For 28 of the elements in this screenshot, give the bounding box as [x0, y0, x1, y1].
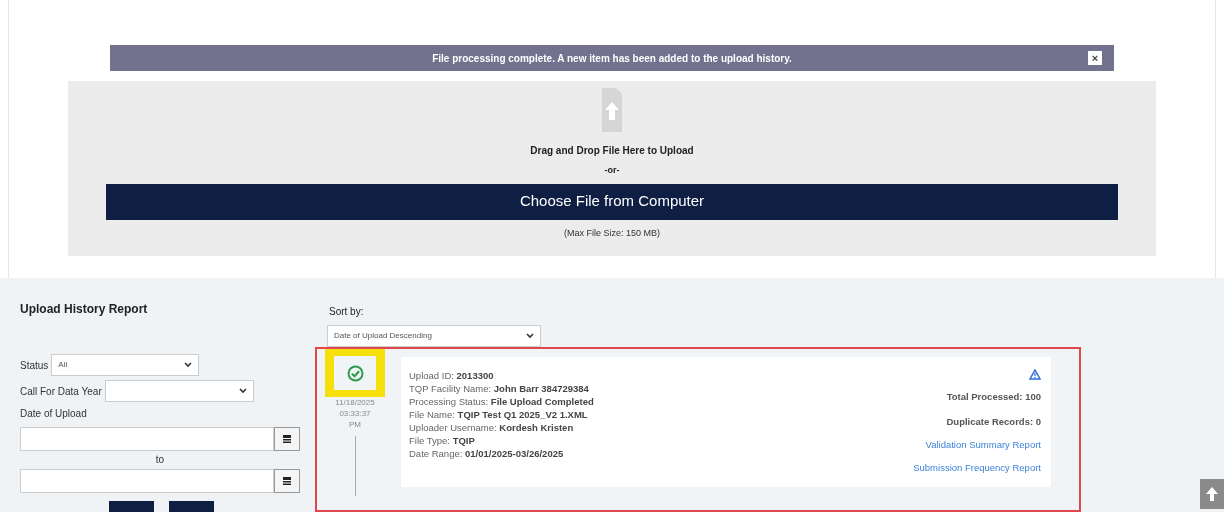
upload-timestamp: PM [349, 419, 361, 431]
upload-detail: File Name: TQIP Test Q1 2025_V2 1.XML [409, 408, 589, 422]
report-link[interactable]: Submission Frequency Report [913, 461, 1041, 476]
status-select[interactable]: All [51, 354, 200, 376]
sort-select[interactable]: Date of Upload Descending [327, 325, 541, 348]
upload-timestamp: 03:33:37 [339, 408, 371, 420]
upload-detail: File Type: TQIP [409, 434, 476, 448]
upload-detail: TQP Facility Name: John Barr 384729384 [409, 382, 590, 396]
upload-stat: Duplicate Records: 0 [946, 414, 1041, 429]
drop-instruction: Drag and Drop File Here to Upload [530, 144, 694, 158]
max-size-note: (Max File Size: 150 MB) [564, 226, 660, 240]
upload-detail: Uploader Username: Kordesh Kristen [409, 421, 575, 435]
close-button[interactable]: × [1088, 51, 1102, 65]
panel-title: Upload History Report [20, 301, 149, 318]
to-label: to [154, 453, 166, 467]
choose-file-button[interactable]: Choose File from Computer [106, 183, 1118, 220]
sort-label: Sort by: [329, 305, 365, 319]
upload-stat: Total Processed: 100 [946, 390, 1041, 405]
upload-detail: Date Range: 01/01/2025-03/26/2025 [409, 447, 565, 461]
report-link[interactable]: Validation Summary Report [925, 437, 1041, 453]
status-label: Status [20, 358, 49, 373]
date-label: Date of Upload [20, 407, 88, 421]
upload-detail: Processing Status: File Upload Completed [409, 395, 594, 409]
notification-message: File processing complete. A new item has been added to the upload history. [432, 51, 792, 66]
year-label: Call For Data Year [20, 384, 102, 399]
or-separator: -or- [604, 164, 620, 177]
upload-timestamp: 11/18/2025 [335, 397, 375, 409]
upload-detail: Upload ID: 2013300 [409, 369, 495, 383]
